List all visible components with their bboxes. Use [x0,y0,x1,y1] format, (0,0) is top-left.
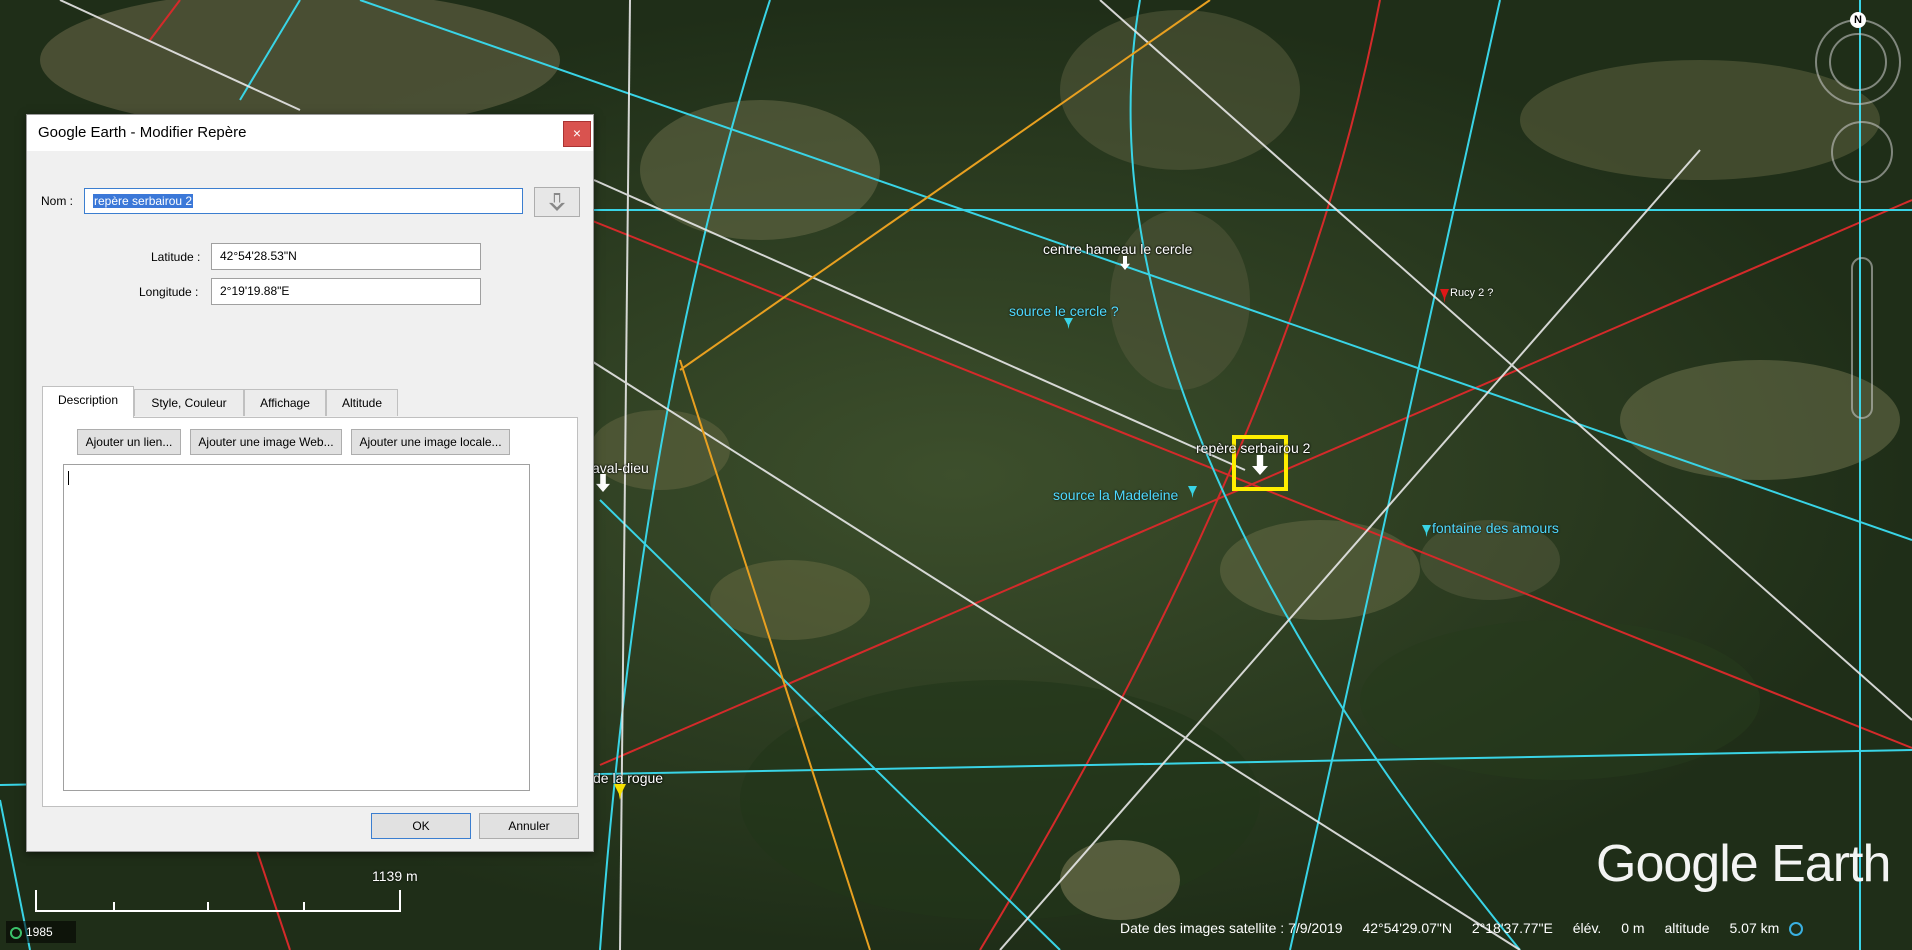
label-centre-hameau[interactable]: centre hameau le cercle [1043,241,1192,257]
latitude-field[interactable]: 42°54'28.53"N [211,243,481,270]
name-label: Nom : [41,194,74,208]
close-button[interactable]: × [563,121,591,147]
label-laval-dieu[interactable]: aval-dieu [592,460,649,476]
imagery-date: Date des images satellite : 7/9/2019 [1120,920,1343,936]
name-field[interactable]: repère serbairou 2 [84,188,523,214]
elevation-value: 0 m [1621,920,1645,936]
clock-icon [10,926,22,939]
description-textarea[interactable] [63,464,530,791]
tab-altitude[interactable]: Altitude [326,389,398,416]
dialog-titlebar[interactable]: Google Earth - Modifier Repère × [27,115,593,151]
add-web-image-button[interactable]: Ajouter une image Web... [190,429,342,455]
label-repere-serbairou[interactable]: repère serbairou 2 [1196,440,1310,456]
scale-label: 1139 m [372,868,418,884]
cancel-button[interactable]: Annuler [479,813,579,839]
add-local-image-button[interactable]: Ajouter une image locale... [351,429,510,455]
cursor-latitude: 42°54'29.07"N [1362,920,1452,936]
status-bar: Date des images satellite : 7/9/2019 42°… [1120,920,1819,937]
historical-imagery-badge[interactable]: 1985 [6,921,76,943]
placemark-icon-button[interactable] [534,187,580,217]
add-link-button[interactable]: Ajouter un lien... [77,429,181,455]
compass-north-icon[interactable]: N [1850,12,1866,28]
elevation-label: élév. [1572,920,1602,936]
scale-bar [35,890,401,912]
dialog-title: Google Earth - Modifier Repère [38,124,247,141]
ok-button[interactable]: OK [371,813,471,839]
label-source-cercle[interactable]: source le cercle ? [1009,303,1119,319]
label-fontaine-des-amours[interactable]: fontaine des amours [1432,520,1559,536]
altitude-label: altitude [1664,920,1710,936]
label-rucy[interactable]: Rucy 2 ? [1450,287,1493,299]
text-caret [68,471,69,485]
tab-affichage[interactable]: Affichage [244,389,326,416]
label-source-madeleine[interactable]: source la Madeleine [1053,487,1178,503]
label-de-la-rogue[interactable]: de la rogue [593,770,663,786]
tab-style-couleur[interactable]: Style, Couleur [134,389,244,416]
cursor-longitude: 2°18'37.77"E [1471,920,1553,936]
name-value: repère serbairou 2 [93,194,194,208]
tab-description[interactable]: Description [42,386,134,418]
longitude-label: Longitude : [139,285,199,299]
loading-icon [1789,922,1804,937]
google-earth-logo: Google Earth [1596,835,1891,893]
edit-placemark-dialog: Google Earth - Modifier Repère × Nom : r… [26,114,594,852]
longitude-field[interactable]: 2°19'19.88"E [211,278,481,305]
altitude-value: 5.07 km [1729,920,1780,936]
latitude-label: Latitude : [151,250,201,264]
year-label: 1985 [26,925,53,939]
